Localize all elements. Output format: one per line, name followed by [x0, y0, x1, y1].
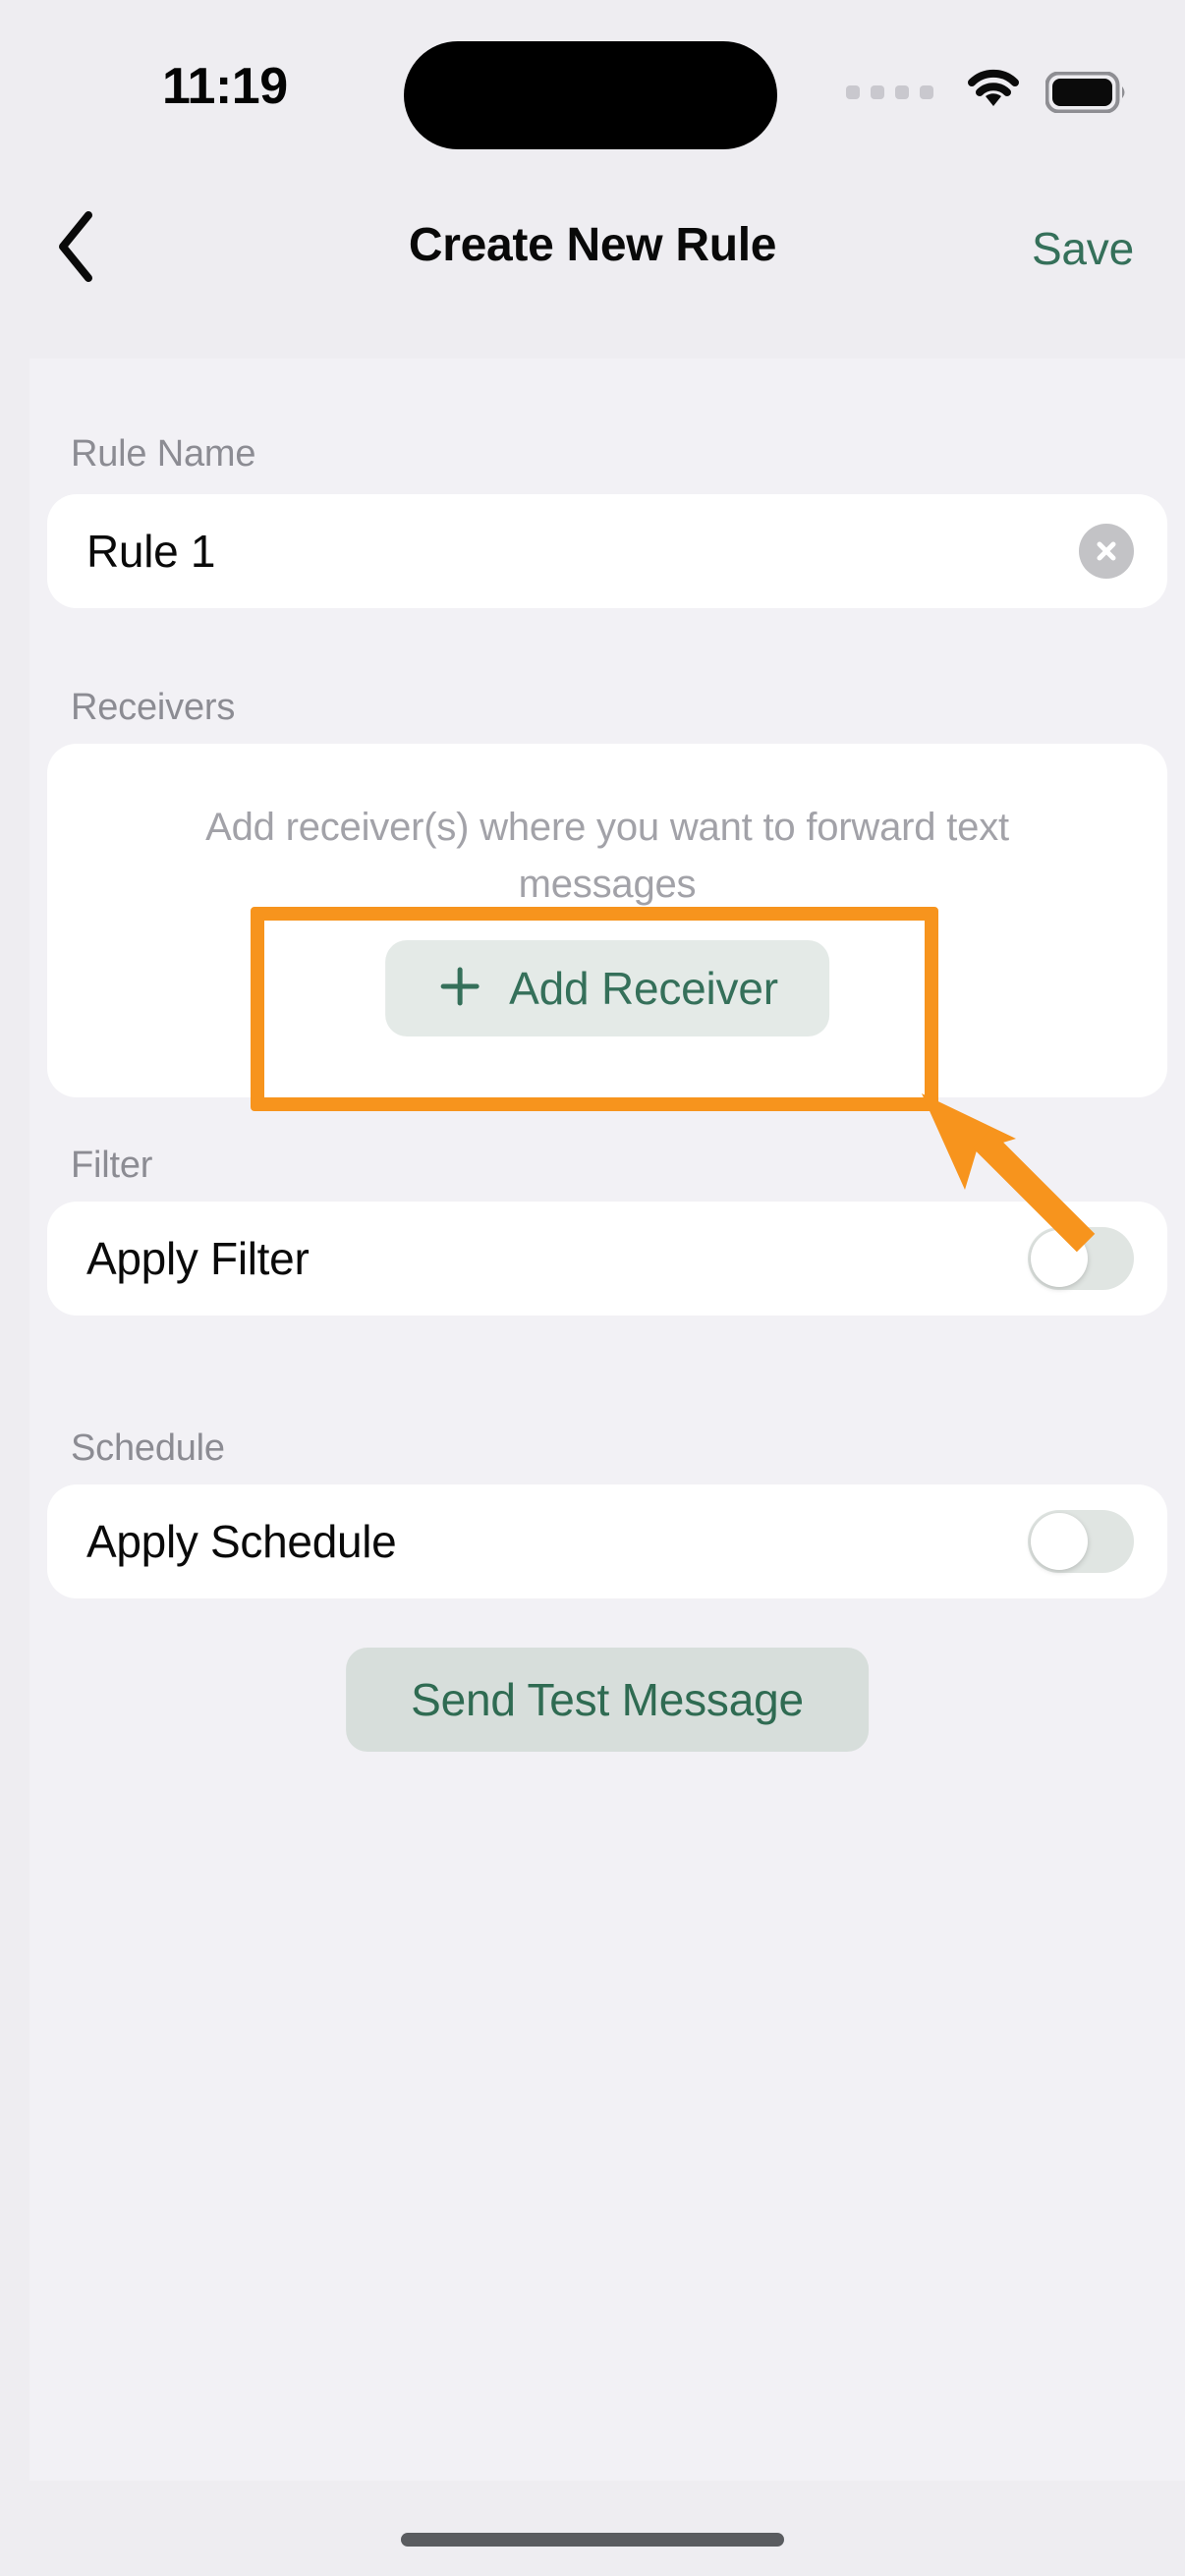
battery-full-icon	[1045, 71, 1128, 113]
filter-section-label: Filter	[71, 1145, 153, 1186]
navigation-header: Create New Rule Save	[0, 187, 1185, 314]
schedule-section-label: Schedule	[71, 1428, 225, 1469]
add-receiver-label: Add Receiver	[509, 963, 778, 1014]
page-title: Create New Rule	[408, 219, 777, 271]
toggle-knob	[1031, 1513, 1088, 1570]
dynamic-island	[404, 41, 777, 149]
receivers-hint-text: Add receiver(s) where you want to forwar…	[205, 806, 1009, 906]
close-circle-icon[interactable]	[1079, 524, 1134, 579]
rule-name-input[interactable]: Rule 1	[47, 525, 1079, 578]
receivers-card: Add receiver(s) where you want to forwar…	[47, 744, 1167, 1097]
toggle-knob	[1031, 1230, 1088, 1287]
status-bar: 11:19	[0, 0, 1185, 167]
status-bar-time: 11:19	[162, 58, 288, 115]
apply-filter-label: Apply Filter	[86, 1233, 310, 1284]
apply-schedule-toggle[interactable]	[1028, 1510, 1134, 1573]
rule-name-field[interactable]: Rule 1	[47, 494, 1167, 608]
save-button[interactable]: Save	[1032, 222, 1134, 275]
apply-filter-row[interactable]: Apply Filter	[47, 1202, 1167, 1316]
apply-schedule-label: Apply Schedule	[86, 1516, 397, 1567]
form-scroll-content: Rule Name Rule 1 Receivers Add receiver(…	[29, 359, 1185, 2481]
status-bar-indicators	[846, 69, 1128, 115]
apply-schedule-row[interactable]: Apply Schedule	[47, 1484, 1167, 1598]
home-indicator	[401, 2533, 784, 2547]
rule-name-section-label: Rule Name	[71, 433, 256, 475]
add-receiver-button[interactable]: Add Receiver	[385, 940, 829, 1036]
plus-icon	[436, 963, 483, 1015]
send-test-message-button[interactable]: Send Test Message	[346, 1648, 869, 1752]
cellular-dots-icon	[846, 84, 933, 99]
apply-filter-toggle[interactable]	[1028, 1227, 1134, 1290]
receivers-section-label: Receivers	[71, 687, 236, 728]
wifi-icon	[966, 69, 1021, 115]
